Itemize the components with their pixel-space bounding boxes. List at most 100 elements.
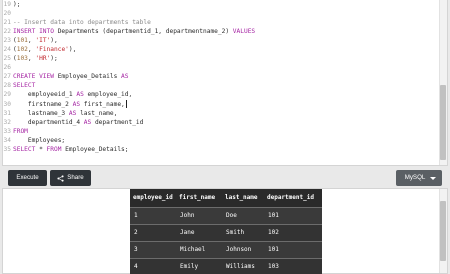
table-row: 4 Emily Williams 103	[130, 257, 322, 274]
database-select-label: MySQL	[404, 174, 426, 181]
code-line[interactable]: 25 (103, 'HR');	[3, 54, 437, 63]
table-cell: Johnson	[222, 240, 264, 258]
code-text: SELECT	[13, 81, 437, 90]
code-text: SELECT * FROM Employee_Details;	[13, 145, 437, 154]
code-token: );	[50, 55, 58, 63]
code-line[interactable]: 21 -- Insert data into departments table	[3, 18, 437, 27]
column-header: department_id	[264, 189, 322, 207]
table-cell: Williams	[222, 257, 264, 274]
code-token: firstname_2	[13, 100, 73, 108]
results-table: employee_id first_name last_name departm…	[130, 189, 322, 274]
table-cell: 102	[264, 223, 322, 241]
code-line[interactable]: 27 CREATE VIEW Employee_Details AS	[3, 72, 437, 81]
table-cell: 101	[264, 240, 322, 258]
execute-button-label: Execute	[16, 174, 39, 181]
line-number: 35	[3, 145, 11, 153]
code-token: Employee_Details	[53, 73, 122, 81]
code-text: -- Insert data into departments table	[13, 18, 437, 27]
line-number: 22	[3, 28, 11, 36]
line-number: 33	[3, 127, 11, 135]
code-area[interactable]: 19); 20 21 -- Insert data into departments …	[3, 0, 437, 165]
code-token: employeeid_1	[13, 91, 77, 99]
code-text: departmentid_4 AS department_id	[13, 118, 437, 127]
table-cell: 101	[264, 206, 322, 224]
code-line[interactable]: 24 (102, 'Finance'),	[3, 45, 437, 54]
code-token: Employees;	[13, 136, 66, 144]
column-header: last_name	[222, 189, 264, 207]
line-number: 27	[3, 73, 11, 81]
code-token: *	[35, 145, 47, 153]
share-icon	[57, 174, 64, 182]
code-token: FROM	[46, 145, 62, 153]
execute-button[interactable]: Execute	[8, 170, 47, 186]
table-cell: Jane	[176, 223, 222, 241]
results-scrollbar[interactable]	[439, 189, 447, 273]
table-header-row: employee_id first_name last_name departm…	[130, 189, 322, 207]
code-token: CREATE VIEW	[13, 73, 54, 81]
line-number: 25	[3, 55, 11, 63]
code-token: Departments (departmentid_1, departmentn…	[53, 28, 233, 36]
code-token: ),	[68, 46, 77, 54]
line-number: 31	[3, 109, 11, 117]
code-line[interactable]: 22 INSERT INTO Departments (departmentid_…	[3, 27, 437, 36]
code-text: employeeid_1 AS employee_id,	[13, 90, 437, 99]
line-number: 19	[3, 1, 11, 8]
code-token: 'HR'	[35, 55, 51, 63]
code-token: );	[13, 1, 21, 8]
code-token: 'IT'	[35, 37, 51, 45]
share-button-label: Share	[67, 174, 84, 181]
table-cell: 103	[264, 257, 322, 274]
code-text: lastname_3 AS last_name,	[13, 109, 437, 118]
code-token: SELECT	[13, 82, 36, 90]
code-text: (101, 'IT'),	[13, 36, 437, 45]
code-text: );	[13, 0, 437, 9]
line-number: 21	[3, 19, 11, 27]
code-line[interactable]: 32 departmentid_4 AS department_id	[3, 118, 437, 127]
code-text: FROM	[13, 127, 437, 136]
code-token: 102	[16, 46, 28, 54]
table-cell: Smith	[222, 223, 264, 241]
results-scrollbar-thumb[interactable]	[440, 201, 446, 261]
code-token: department_id	[91, 118, 144, 126]
toolbar: Execute Share MySQL	[0, 166, 450, 188]
code-line[interactable]: 28 SELECT	[3, 81, 437, 90]
table-row: 3 Michael Johnson 101	[130, 240, 322, 258]
code-token: last_name,	[76, 109, 118, 117]
code-text: CREATE VIEW Employee_Details AS	[13, 72, 437, 81]
database-select[interactable]: MySQL	[396, 170, 442, 186]
code-line[interactable]: 34 Employees;	[3, 136, 437, 145]
table-cell: John	[176, 206, 222, 224]
code-token: AS	[121, 73, 129, 81]
editor-scrollbar[interactable]	[439, 0, 447, 165]
editor-scrollbar-thumb[interactable]	[440, 85, 446, 160]
line-number: 26	[3, 64, 11, 72]
code-token: SELECT	[13, 145, 36, 153]
code-line[interactable]: 20	[3, 9, 437, 18]
chevron-down-icon	[430, 176, 437, 180]
line-number: 23	[3, 37, 11, 45]
code-line[interactable]: 30 firstname_2 AS first_name,	[3, 99, 437, 109]
code-line[interactable]: 23 (101, 'IT'),	[3, 36, 437, 45]
code-token: 'Finance'	[35, 46, 69, 54]
code-text: (103, 'HR');	[13, 54, 437, 63]
code-token: VALUES	[232, 28, 256, 36]
code-line[interactable]: 33 FROM	[3, 127, 437, 136]
line-number: 28	[3, 82, 11, 90]
code-line[interactable]: 31 lastname_3 AS last_name,	[3, 109, 437, 118]
code-line[interactable]: 29 employeeid_1 AS employee_id,	[3, 90, 437, 99]
code-line[interactable]: 19);	[3, 0, 437, 9]
code-token: FROM	[13, 127, 28, 135]
code-token: 103	[16, 55, 28, 63]
table-row: 1 John Doe 101	[130, 206, 322, 224]
table-row: 2 Jane Smith 102	[130, 223, 322, 241]
code-line[interactable]: 35 SELECT * FROM Employee_Details;	[3, 145, 437, 154]
code-line[interactable]: 26	[3, 63, 437, 72]
code-editor[interactable]: 19); 20 21 -- Insert data into departments …	[2, 0, 448, 166]
code-token: INSERT INTO	[13, 28, 54, 36]
results-panel: employee_id first_name last_name departm…	[2, 188, 448, 274]
code-token: lastname_3	[13, 109, 69, 117]
share-button[interactable]: Share	[50, 170, 91, 186]
line-number: 32	[3, 118, 11, 126]
code-token: departmentid_4	[13, 118, 84, 126]
line-number: 29	[3, 91, 11, 99]
